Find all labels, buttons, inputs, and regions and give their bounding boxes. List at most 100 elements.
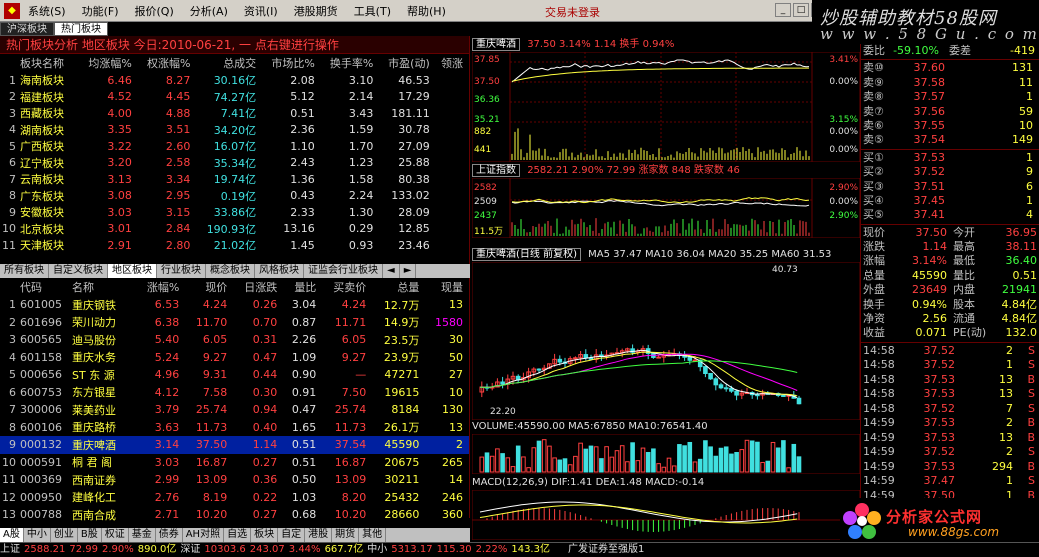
category-tab[interactable]: 权证 bbox=[102, 528, 129, 542]
stock-row[interactable]: 11 000369 西南证券 2.99 13.09 0.36 0.50 13.09 30211 1… bbox=[0, 471, 469, 489]
stock-row[interactable]: 1 601005 重庆钢铁 6.53 4.24 0.26 3.04 4.24 12.7万 13 bbox=[0, 296, 469, 314]
category-tab[interactable]: 期货 bbox=[332, 528, 360, 542]
sell-level[interactable]: 卖⑥ 37.55 10 bbox=[861, 119, 1039, 133]
sector-row[interactable]: 9 安徽板块 3.03 3.15 33.86亿 2.33 1.30 28.09 bbox=[0, 204, 469, 221]
stock-header-volume-ratio[interactable]: 量比 bbox=[283, 278, 322, 296]
sector-row[interactable]: 3 西藏板块 4.00 4.88 7.41亿 0.51 3.43 181.11 bbox=[0, 105, 469, 122]
maximize-button[interactable]: □ bbox=[793, 3, 809, 17]
sector-header-turnover[interactable]: 总成交 bbox=[196, 54, 262, 72]
sector-row[interactable]: 8 广东板块 3.08 2.95 0.19亿 0.43 2.24 133.02 bbox=[0, 188, 469, 205]
stock-row[interactable]: 7 300006 莱美药业 3.79 25.74 0.94 0.47 25.74 8184 130 bbox=[0, 401, 469, 419]
stock-header-change-pct[interactable]: 涨幅% bbox=[136, 278, 185, 296]
tab-custom-sectors[interactable]: 自定义板块 bbox=[49, 264, 108, 278]
macd-chart[interactable] bbox=[472, 490, 860, 540]
tab-hot-sector[interactable]: 热门板块 bbox=[54, 22, 108, 36]
kline-badge[interactable]: 重庆啤酒(日线 前复权) bbox=[472, 248, 581, 261]
tab-scroll-right[interactable]: ► bbox=[400, 264, 417, 278]
sector-row[interactable]: 5 广西板块 3.22 2.60 16.07亿 1.10 1.70 27.09 bbox=[0, 138, 469, 155]
sell-level[interactable]: 卖⑤ 37.54 149 bbox=[861, 133, 1039, 147]
tab-region-sectors[interactable]: 地区板块 bbox=[108, 264, 157, 278]
category-tab[interactable]: AH对照 bbox=[183, 528, 225, 542]
category-tab[interactable]: A股 bbox=[0, 528, 24, 542]
buy-level[interactable]: 买③ 37.51 6 bbox=[861, 180, 1039, 194]
buy-level[interactable]: 买① 37.53 1 bbox=[861, 151, 1039, 165]
sector-header-turnover-rate[interactable]: 换手率% bbox=[321, 54, 380, 72]
stock-row[interactable]: 3 600565 迪马股份 5.40 6.05 0.31 2.26 6.05 23.5万 30 bbox=[0, 331, 469, 349]
menu-system[interactable]: 系统(S) bbox=[20, 3, 74, 19]
sector-header-market-share[interactable]: 市场比% bbox=[262, 54, 321, 72]
tab-all-sectors[interactable]: 所有板块 bbox=[0, 264, 49, 278]
stock-row[interactable]: 6 600753 东方银星 4.12 7.58 0.30 0.91 7.50 19615 10 bbox=[0, 384, 469, 402]
category-tab[interactable]: 其他 bbox=[359, 528, 387, 542]
stock-header-current-volume[interactable]: 现量 bbox=[425, 278, 469, 296]
category-tab[interactable]: 港股 bbox=[305, 528, 333, 542]
category-tab[interactable]: 中小 bbox=[24, 528, 51, 542]
tab-hushen-sector[interactable]: 沪深板块 bbox=[0, 22, 54, 36]
sector-header-avg-change[interactable]: 均涨幅% bbox=[79, 54, 138, 72]
stock-row[interactable]: 5 000656 ST 东 源 4.96 9.31 0.44 0.90 — 47271 27 bbox=[0, 366, 469, 384]
category-tab[interactable]: 自定 bbox=[278, 528, 306, 542]
category-tab[interactable]: 基金 bbox=[129, 528, 156, 542]
menu-tools[interactable]: 工具(T) bbox=[346, 3, 399, 19]
tab-industry-sectors[interactable]: 行业板块 bbox=[157, 264, 206, 278]
menu-info[interactable]: 资讯(I) bbox=[236, 3, 286, 19]
sector-header-weighted-change[interactable]: 权涨幅% bbox=[138, 54, 197, 72]
stock-row[interactable]: 4 601158 重庆水务 5.24 9.27 0.47 1.09 9.27 23.9万 50 bbox=[0, 349, 469, 367]
sector-row[interactable]: 4 湖南板块 3.35 3.51 34.20亿 2.36 1.59 30.78 bbox=[0, 122, 469, 139]
stock-row[interactable]: 12 000950 建峰化工 2.76 8.19 0.22 1.03 8.20 25432 246 bbox=[0, 489, 469, 507]
menu-help[interactable]: 帮助(H) bbox=[399, 3, 454, 19]
sector-row[interactable]: 6 辽宁板块 3.20 2.58 35.34亿 2.43 1.23 25.88 bbox=[0, 155, 469, 172]
intraday-badge[interactable]: 重庆啤酒 bbox=[472, 38, 520, 51]
sector-row[interactable]: 10 北京板块 3.01 2.84 190.93亿 13.16 0.29 12.85 bbox=[0, 221, 469, 238]
menu-quote[interactable]: 报价(Q) bbox=[127, 3, 182, 19]
menu-analysis[interactable]: 分析(A) bbox=[182, 3, 236, 19]
stock-header-change[interactable]: 日涨跌 bbox=[233, 278, 283, 296]
stock-row[interactable]: 8 600106 重庆路桥 3.63 11.73 0.40 1.65 11.73 26.1万 13 bbox=[0, 419, 469, 437]
tab-style-sectors[interactable]: 风格板块 bbox=[255, 264, 304, 278]
stock-row[interactable]: 13 000788 西南合成 2.71 10.20 0.27 0.68 10.20 28660 3… bbox=[0, 506, 469, 524]
sector-header-name[interactable]: 板块名称 bbox=[20, 54, 79, 72]
sector-header-pe[interactable]: 市盈(动) bbox=[379, 54, 435, 72]
stock-header-name[interactable]: 名称 bbox=[72, 278, 136, 296]
minimize-button[interactable]: _ bbox=[775, 3, 791, 17]
stock-header-code[interactable]: 代码 bbox=[20, 278, 72, 296]
category-tab[interactable]: 板块 bbox=[251, 528, 279, 542]
sector-row[interactable]: 11 天津板块 2.91 2.80 21.02亿 1.45 0.93 23.46 bbox=[0, 237, 469, 254]
sector-header-leader[interactable]: 领涨 bbox=[436, 54, 469, 72]
stock-row[interactable]: 9 000132 重庆啤酒 3.14 37.50 1.14 0.51 37.54 45590 2 bbox=[0, 436, 469, 454]
index-chart[interactable]: 2582 2509 2437 11.5万 2.90% 0.00% 2.90% bbox=[472, 178, 860, 238]
index-badge[interactable]: 上证指数 bbox=[472, 164, 520, 177]
category-tab[interactable]: 债券 bbox=[156, 528, 183, 542]
buy-level[interactable]: 买⑤ 37.41 4 bbox=[861, 208, 1039, 222]
status-item[interactable]: 广发证券至强版1 bbox=[568, 544, 644, 555]
buy-level[interactable]: 买② 37.52 9 bbox=[861, 165, 1039, 179]
sector-turnover: 74.27亿 bbox=[213, 90, 257, 104]
stock-row[interactable]: 10 000591 桐 君 阁 3.03 16.87 0.27 0.51 16.87 20675… bbox=[0, 454, 469, 472]
stock-header-bid-ask[interactable]: 买卖价 bbox=[322, 278, 372, 296]
intraday-chart[interactable]: 37.85 37.50 36.36 35.21 3.41% 0.00% 3.15% 882 44… bbox=[472, 52, 860, 162]
stock-header-total-volume[interactable]: 总量 bbox=[372, 278, 425, 296]
tab-scroll-left[interactable]: ◄ bbox=[383, 264, 400, 278]
menu-hk-futures[interactable]: 港股期货 bbox=[286, 3, 346, 19]
sell-level[interactable]: 卖⑧ 37.57 1 bbox=[861, 90, 1039, 104]
sell-level[interactable]: 卖⑦ 37.56 59 bbox=[861, 105, 1039, 119]
sector-row[interactable]: 1 海南板块 6.46 8.27 30.16亿 2.08 3.10 46.53 bbox=[0, 72, 469, 89]
category-tab[interactable]: B股 bbox=[78, 528, 102, 542]
sell-level[interactable]: 卖⑩ 37.60 131 bbox=[861, 61, 1039, 75]
tab-csrc-industry[interactable]: 证监会行业板块 bbox=[304, 264, 383, 278]
quote-stat-row: 涨幅 3.14% 最低 36.40 bbox=[861, 254, 1039, 268]
stock-header-price[interactable]: 现价 bbox=[185, 278, 233, 296]
tab-concept-sectors[interactable]: 概念板块 bbox=[206, 264, 255, 278]
buy-level[interactable]: 买④ 37.45 1 bbox=[861, 194, 1039, 208]
sector-row[interactable]: 2 福建板块 4.52 4.45 74.27亿 5.12 2.14 17.29 bbox=[0, 89, 469, 106]
category-tab[interactable]: 自选 bbox=[224, 528, 252, 542]
menu-function[interactable]: 功能(F) bbox=[74, 3, 127, 19]
trade-status[interactable]: 交易未登录 bbox=[545, 4, 600, 20]
volume-chart[interactable] bbox=[472, 434, 860, 474]
sell-level[interactable]: 卖⑨ 37.58 11 bbox=[861, 76, 1039, 90]
category-tab[interactable]: 创业 bbox=[51, 528, 78, 542]
sector-name: 广西板块 bbox=[20, 140, 64, 154]
sector-row[interactable]: 7 云南板块 3.13 3.34 19.74亿 1.36 1.58 80.38 bbox=[0, 171, 469, 188]
kline-chart[interactable]: 40.73 22.20 bbox=[472, 262, 860, 420]
stock-row[interactable]: 2 601696 荣川动力 6.38 11.70 0.70 0.87 11.71 14.9万 15… bbox=[0, 314, 469, 332]
